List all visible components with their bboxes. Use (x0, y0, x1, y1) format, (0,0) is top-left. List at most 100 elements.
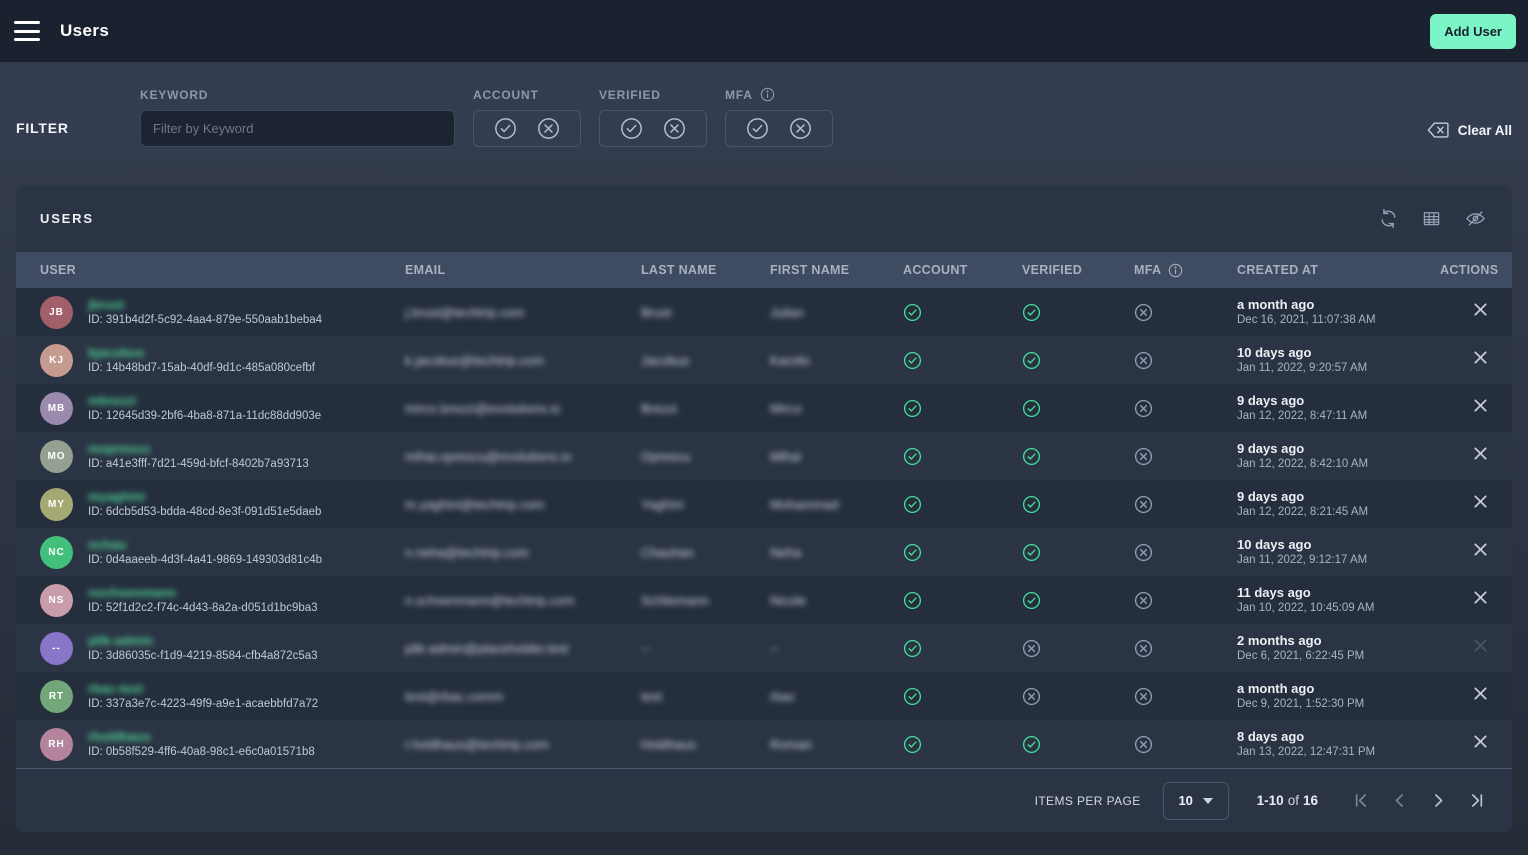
created-date: Jan 13, 2022, 12:47:31 PM (1237, 745, 1440, 760)
first-name-cell: Julian (770, 305, 903, 320)
avatar: RT (40, 680, 73, 713)
user-cell: MB mbrezzi ID: 12645d39-2bf6-4ba8-871a-1… (40, 392, 405, 425)
verified-no-button[interactable] (663, 117, 686, 140)
user-id: ID: 3d86035c-f1d9-4219-8584-cfb4a872c5a3 (88, 649, 318, 664)
menu-icon[interactable] (14, 21, 40, 41)
email-cell: mirco.brezzi@evolutions.io (405, 401, 641, 416)
check-circle-icon (903, 351, 1022, 370)
avatar: NC (40, 536, 73, 569)
next-page-icon[interactable] (1430, 792, 1447, 809)
email-cell: n.neha@techtrip.com (405, 545, 641, 560)
account-yes-button[interactable] (494, 117, 517, 140)
user-cell: -- plik-admin ID: 3d86035c-f1d9-4219-858… (40, 632, 405, 665)
add-user-button[interactable]: Add User (1430, 14, 1516, 49)
created-relative: 8 days ago (1237, 729, 1440, 745)
keyword-label: KEYWORD (140, 88, 455, 102)
refresh-icon[interactable] (1379, 208, 1398, 229)
created-date: Jan 11, 2022, 9:20:57 AM (1237, 361, 1440, 376)
close-icon[interactable] (1473, 638, 1488, 653)
check-circle-icon (1022, 303, 1134, 322)
eye-off-icon[interactable] (1465, 208, 1486, 229)
created-relative: 9 days ago (1237, 441, 1440, 457)
table-view-icon[interactable] (1422, 208, 1441, 229)
first-name-cell: Roman (770, 737, 903, 752)
close-icon[interactable] (1473, 446, 1488, 461)
close-icon[interactable] (1473, 542, 1488, 557)
table-row[interactable]: -- plik-admin ID: 3d86035c-f1d9-4219-858… (16, 624, 1512, 672)
close-icon[interactable] (1473, 398, 1488, 413)
user-id: ID: 391b4d2f-5c92-4aa4-879e-550aab1beba4 (88, 313, 322, 328)
email-cell: plik-admin@placeholder.test (405, 641, 641, 656)
mfa-filter-toggle (725, 110, 833, 147)
column-header-last-name: LAST NAME (641, 263, 770, 277)
cross-circle-icon (1134, 687, 1237, 706)
check-circle-icon (903, 735, 1022, 754)
user-id: ID: 14b48bd7-15ab-40df-9d1c-485a080cefbf (88, 361, 315, 376)
last-name-cell: Brust (641, 305, 770, 320)
column-header-created-at: CREATED AT (1237, 263, 1440, 277)
table-row[interactable]: RH rholdhaus ID: 0b58f529-4ff6-40a8-98c1… (16, 720, 1512, 768)
top-navbar: Users Add User (0, 0, 1528, 62)
check-circle-icon (903, 303, 1022, 322)
pagination-range: 1-10of16 (1257, 793, 1318, 808)
avatar: MB (40, 392, 73, 425)
username: rbac-test (88, 681, 318, 696)
close-icon[interactable] (1473, 350, 1488, 365)
prev-page-icon[interactable] (1391, 792, 1408, 809)
clear-all-button[interactable]: Clear All (1427, 121, 1512, 139)
first-name-cell: -- (770, 641, 903, 656)
created-at-cell: 10 days ago Jan 11, 2022, 9:20:57 AM (1237, 345, 1440, 376)
column-header-email: EMAIL (405, 263, 641, 277)
created-date: Dec 6, 2021, 6:22:45 PM (1237, 649, 1440, 664)
close-icon[interactable] (1473, 686, 1488, 701)
mfa-yes-button[interactable] (746, 117, 769, 140)
created-at-cell: 11 days ago Jan 10, 2022, 10:45:09 AM (1237, 585, 1440, 616)
last-page-icon[interactable] (1469, 792, 1486, 809)
cross-circle-icon (1134, 399, 1237, 418)
email-cell: n.schoenmann@techtrip.com (405, 593, 641, 608)
items-per-page-select[interactable]: 10 (1163, 782, 1229, 820)
created-at-cell: 9 days ago Jan 12, 2022, 8:47:11 AM (1237, 393, 1440, 424)
avatar: KJ (40, 344, 73, 377)
username: kjacobus (88, 345, 315, 360)
first-name-cell: rbac (770, 689, 903, 704)
cross-circle-icon (1022, 687, 1134, 706)
table-row[interactable]: KJ kjacobus ID: 14b48bd7-15ab-40df-9d1c-… (16, 336, 1512, 384)
verified-yes-button[interactable] (620, 117, 643, 140)
created-date: Jan 10, 2022, 10:45:09 AM (1237, 601, 1440, 616)
column-header-actions: ACTIONS (1440, 263, 1498, 277)
account-no-button[interactable] (537, 117, 560, 140)
close-icon[interactable] (1473, 302, 1488, 317)
user-cell: JB jbrust ID: 391b4d2f-5c92-4aa4-879e-55… (40, 296, 405, 329)
avatar: -- (40, 632, 73, 665)
close-icon[interactable] (1473, 590, 1488, 605)
close-icon[interactable] (1473, 494, 1488, 509)
first-page-icon[interactable] (1352, 792, 1369, 809)
created-relative: 9 days ago (1237, 489, 1440, 505)
avatar: RH (40, 728, 73, 761)
last-name-cell: Jacobus (641, 353, 770, 368)
user-cell: RH rholdhaus ID: 0b58f529-4ff6-40a8-98c1… (40, 728, 405, 761)
user-id: ID: 0b58f529-4ff6-40a8-98c1-e6c0a01571b8 (88, 745, 315, 760)
table-row[interactable]: RT rbac-test ID: 337a3e7c-4223-49f9-a9e1… (16, 672, 1512, 720)
verified-filter-group: VERIFIED (599, 88, 707, 147)
verified-filter-toggle (599, 110, 707, 147)
cross-circle-icon (1134, 303, 1237, 322)
table-row[interactable]: NS nschoenmann ID: 52f1d2c2-f74c-4d43-8a… (16, 576, 1512, 624)
check-circle-icon (1022, 447, 1134, 466)
user-cell: RT rbac-test ID: 337a3e7c-4223-49f9-a9e1… (40, 680, 405, 713)
last-name-cell: -- (641, 641, 770, 656)
check-circle-icon (1022, 399, 1134, 418)
table-row[interactable]: MB mbrezzi ID: 12645d39-2bf6-4ba8-871a-1… (16, 384, 1512, 432)
table-row[interactable]: MO moprescu ID: a41e3fff-7d21-459d-bfcf-… (16, 432, 1512, 480)
mfa-no-button[interactable] (789, 117, 812, 140)
mfa-filter-label: MFA (725, 87, 833, 102)
check-circle-icon (903, 639, 1022, 658)
table-row[interactable]: NC nchau ID: 0d4aaeeb-4d3f-4a41-9869-149… (16, 528, 1512, 576)
table-row[interactable]: MY myaghini ID: 6dcb5d53-bdda-48cd-8e3f-… (16, 480, 1512, 528)
keyword-search-input[interactable] (140, 110, 455, 147)
last-name-cell: Yaghini (641, 497, 770, 512)
created-at-cell: a month ago Dec 16, 2021, 11:07:38 AM (1237, 297, 1440, 328)
close-icon[interactable] (1473, 734, 1488, 749)
table-row[interactable]: JB jbrust ID: 391b4d2f-5c92-4aa4-879e-55… (16, 288, 1512, 336)
